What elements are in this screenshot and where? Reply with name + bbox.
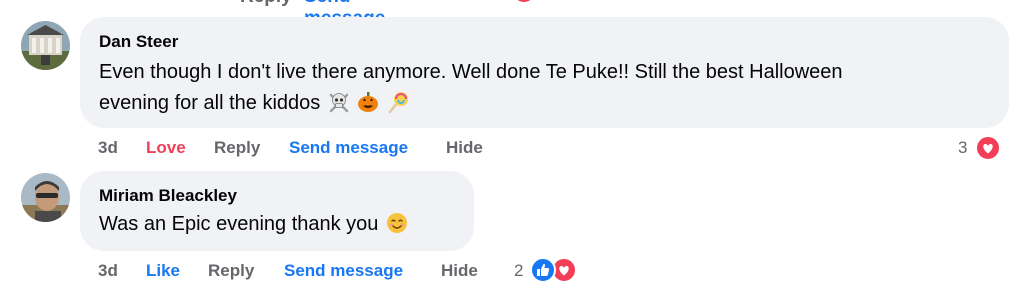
reaction-count[interactable]: 3	[958, 138, 967, 158]
comment-actions: 3d Love Reply Send message Hide	[98, 138, 998, 160]
comment-bubble: Dan Steer Even though I don't live there…	[80, 17, 1009, 128]
skull-crossbones-icon	[329, 93, 349, 113]
comment-author[interactable]: Dan Steer	[99, 32, 178, 52]
comment-text: Was an Epic evening thank you	[99, 209, 408, 240]
reply-button[interactable]: Reply	[240, 0, 292, 8]
reaction-count[interactable]: 2	[514, 261, 523, 281]
timestamp[interactable]: 3d	[98, 138, 118, 158]
heart-reaction-icon	[513, 0, 535, 2]
comment-text-line: Even though I don't live there anymore. …	[99, 61, 843, 83]
love-button[interactable]: Love	[146, 138, 186, 158]
hide-button[interactable]: Hide	[441, 261, 478, 281]
send-message-button[interactable]: Send message	[289, 138, 408, 158]
hide-button[interactable]: Hide	[446, 138, 483, 158]
send-message-button[interactable]: Send message	[284, 261, 403, 281]
timestamp[interactable]: 3d	[98, 261, 118, 281]
avatar[interactable]	[21, 173, 70, 222]
comment-text: Even though I don't live there anymore. …	[99, 57, 843, 119]
comment-text-line: evening for all the kiddos	[99, 92, 321, 114]
smiling-face-icon	[387, 213, 407, 233]
comment-bubble: Miriam Bleackley Was an Epic evening tha…	[80, 171, 474, 251]
jack-o-lantern-icon	[358, 92, 379, 112]
comment-author[interactable]: Miriam Bleackley	[99, 186, 237, 206]
comment-actions: 3d Like Reply Send message Hide	[98, 261, 518, 283]
like-button[interactable]: Like	[146, 261, 180, 281]
comment-text-line: Was an Epic evening thank you	[99, 213, 379, 235]
reply-button[interactable]: Reply	[208, 261, 254, 281]
reply-button[interactable]: Reply	[214, 138, 260, 158]
avatar[interactable]	[21, 21, 70, 70]
heart-reaction-icon[interactable]	[975, 135, 1001, 161]
like-reaction-icon[interactable]	[530, 257, 556, 283]
lollipop-icon	[388, 92, 408, 113]
